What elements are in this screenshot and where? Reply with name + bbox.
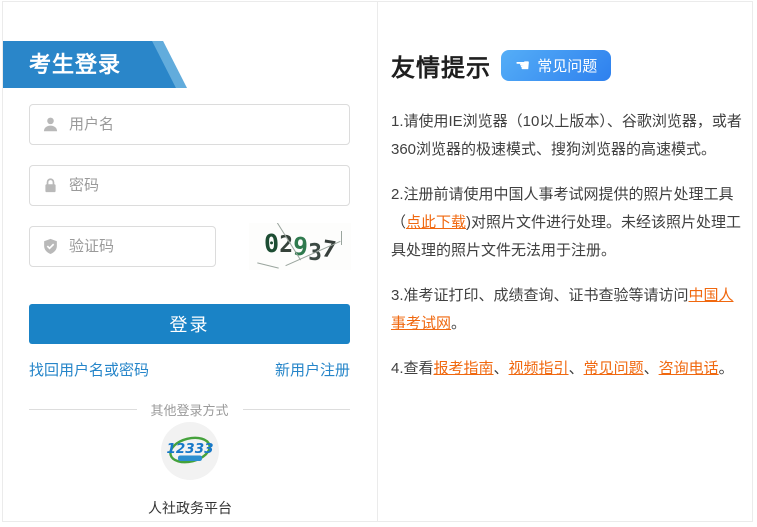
faq-badge-button[interactable]: ☚ 常见问题 [501,50,611,81]
sso-12333-logo[interactable]: 12333 [161,422,219,480]
tip-text: 。 [719,360,734,377]
shield-check-icon [42,238,59,255]
tips-title-row: 友情提示 ☚ 常见问题 [391,48,742,83]
login-panel: 考生登录 [3,2,377,521]
tips-panel: 友情提示 ☚ 常见问题 1.请使用IE浏览器（10以上版本）、谷歌浏览器，或者3… [378,2,752,521]
lock-icon [42,177,59,194]
captcha-noise-line [341,231,342,245]
exam-guide-link[interactable]: 报考指南 [434,360,494,377]
faq-link[interactable]: 常见问题 [584,360,644,377]
login-links-row: 找回用户名或密码 新用户注册 [29,359,350,380]
faq-badge-label: 常见问题 [537,55,597,76]
forgot-credentials-link[interactable]: 找回用户名或密码 [29,359,149,380]
tip-text: 3.准考证打印、成绩查询、证书查验等请访问 [391,287,689,304]
pointing-hand-icon: ☚ [515,57,530,74]
tip-text: 、 [569,360,584,377]
hotline-link[interactable]: 咨询电话 [659,360,719,377]
page: 考生登录 [0,0,757,527]
tip-item-1: 1.请使用IE浏览器（10以上版本）、谷歌浏览器，或者360浏览器的极速模式、搜… [391,108,746,164]
captcha-digit: 0 [263,229,280,259]
tip-item-2: 2.注册前请使用中国人事考试网提供的照片处理工具（点此下载)对照片文件进行处理。… [391,181,746,265]
username-field[interactable] [29,104,350,145]
tips-title: 友情提示 [391,48,491,83]
password-input[interactable] [69,177,337,194]
12333-logo-icon: 12333 [161,422,219,480]
tip-text: 。 [451,315,466,332]
other-login-divider-label: 其他登录方式 [151,400,229,419]
login-panel-banner: 考生登录 [3,41,187,88]
password-field[interactable] [29,165,350,206]
captcha-digit: 9 [292,232,309,262]
sso-platform-label: 人社政务平台 [3,498,377,518]
sso-section: 12333 人社政务平台 [3,422,377,518]
other-login-divider: 其他登录方式 [29,400,350,419]
tip-item-4: 4.查看报考指南、视频指引、常见问题、咨询电话。 [391,355,746,383]
tips-list: 1.请使用IE浏览器（10以上版本）、谷歌浏览器，或者360浏览器的极速模式、搜… [391,108,746,383]
tip-item-3: 3.准考证打印、成绩查询、证书查验等请访问中国人事考试网。 [391,282,746,338]
tip-text: 1.请使用IE浏览器（10以上版本）、谷歌浏览器，或者360浏览器的极速模式、搜… [391,113,742,158]
login-card: 考生登录 [2,1,753,522]
tip-text: 4.查看 [391,360,434,377]
download-photo-tool-link[interactable]: 点此下载 [406,214,466,231]
username-input[interactable] [69,116,337,133]
tip-text: 、 [494,360,509,377]
captcha-image[interactable]: 02937 [249,223,351,270]
login-panel-title: 考生登录 [3,41,187,88]
tip-text: 、 [644,360,659,377]
login-button[interactable]: 登录 [29,304,350,344]
video-guide-link[interactable]: 视频指引 [509,360,569,377]
svg-text:12333: 12333 [167,441,214,457]
new-user-register-link[interactable]: 新用户注册 [275,359,350,380]
captcha-digits: 02937 [249,223,351,270]
user-icon [42,116,59,133]
captcha-input[interactable] [69,238,203,255]
captcha-field[interactable] [29,226,216,267]
